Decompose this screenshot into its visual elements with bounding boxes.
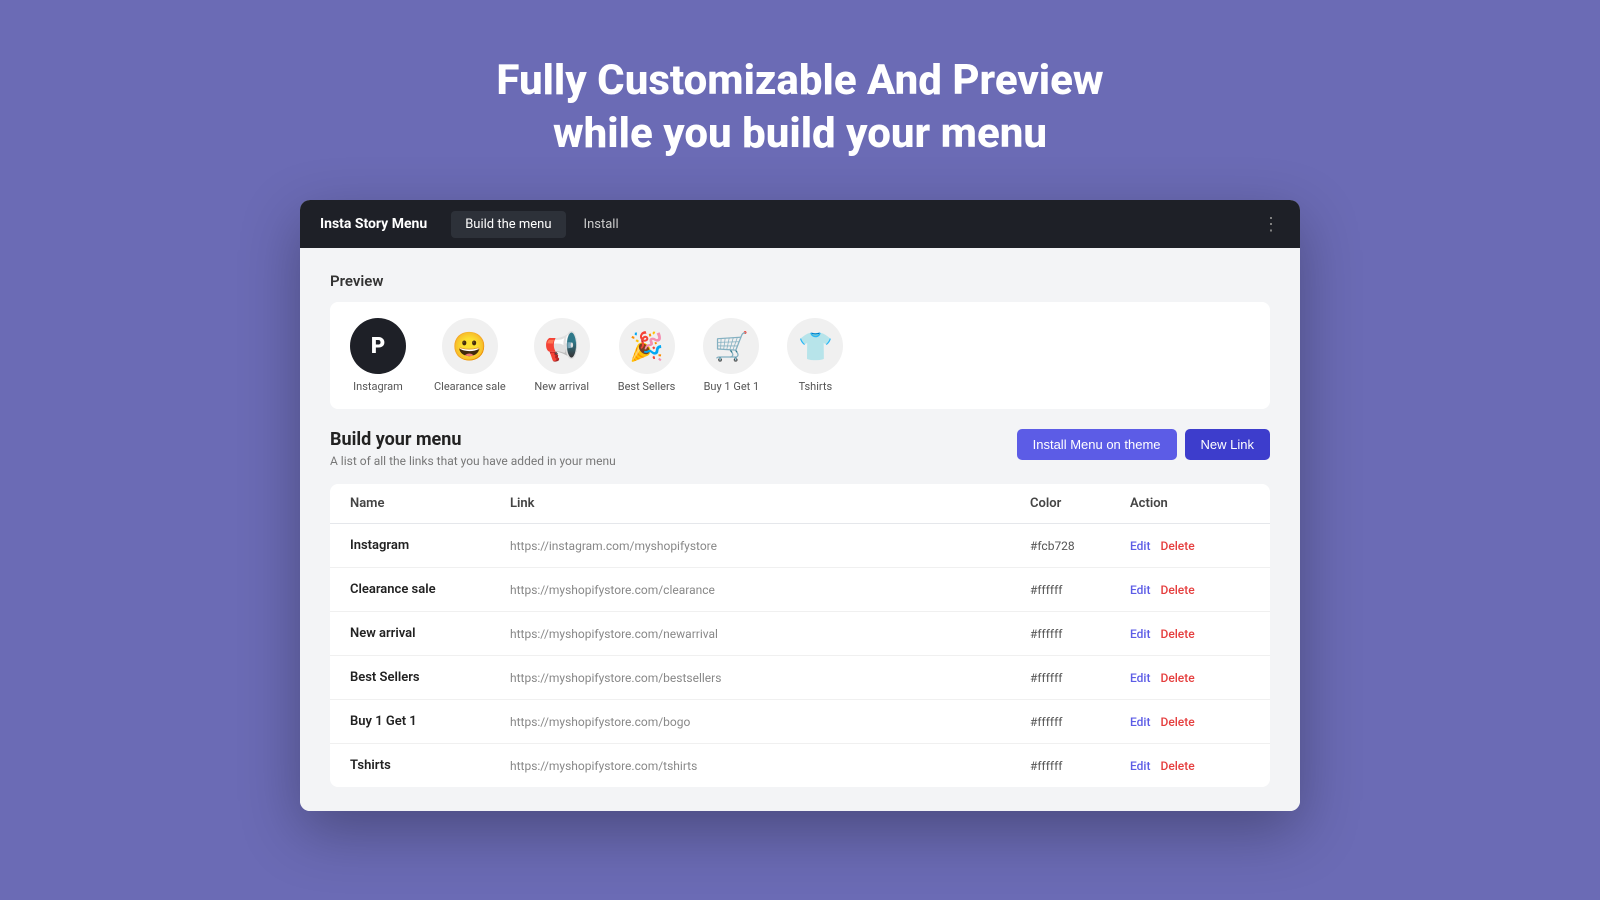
row-name-0: Instagram xyxy=(350,538,510,553)
delete-button-5[interactable]: Delete xyxy=(1160,759,1194,773)
preview-carousel: P Instagram 😀 Clearance sale 📢 New arriv… xyxy=(330,302,1270,409)
preview-item-newarrival: 📢 New arrival xyxy=(534,318,590,393)
preview-item-tshirts: 👕 Tshirts xyxy=(787,318,843,393)
row-actions-3: Edit Delete xyxy=(1130,671,1250,685)
tab-build-menu[interactable]: Build the menu xyxy=(451,211,565,238)
edit-button-0[interactable]: Edit xyxy=(1130,539,1150,553)
row-actions-5: Edit Delete xyxy=(1130,759,1250,773)
content-area: Preview P Instagram 😀 Clearance sale xyxy=(300,248,1300,811)
preview-icon-bogo: 🛒 xyxy=(703,318,759,374)
build-info: Build your menu A list of all the links … xyxy=(330,429,616,468)
hero-title: Fully Customizable And Preview while you… xyxy=(496,0,1103,160)
preview-section: Preview P Instagram 😀 Clearance sale xyxy=(330,272,1270,409)
row-color-3: #ffffff xyxy=(1030,671,1130,685)
table-row: Tshirts https://myshopifystore.com/tshir… xyxy=(330,744,1270,787)
preview-label-bogo: Buy 1 Get 1 xyxy=(704,380,760,393)
more-options-icon[interactable]: ⋮ xyxy=(1262,214,1280,235)
table-row: New arrival https://myshopifystore.com/n… xyxy=(330,612,1270,656)
new-link-button[interactable]: New Link xyxy=(1185,429,1270,460)
row-link-5: https://myshopifystore.com/tshirts xyxy=(510,759,1030,773)
row-color-1: #ffffff xyxy=(1030,583,1130,597)
row-actions-0: Edit Delete xyxy=(1130,539,1250,553)
preview-title: Preview xyxy=(330,272,1270,290)
table-row: Buy 1 Get 1 https://myshopifystore.com/b… xyxy=(330,700,1270,744)
table-header: Name Link Color Action xyxy=(330,484,1270,524)
row-color-4: #ffffff xyxy=(1030,715,1130,729)
row-name-5: Tshirts xyxy=(350,758,510,773)
edit-button-4[interactable]: Edit xyxy=(1130,715,1150,729)
row-link-1: https://myshopifystore.com/clearance xyxy=(510,583,1030,597)
preview-icon-tshirts: 👕 xyxy=(787,318,843,374)
col-header-color: Color xyxy=(1030,496,1130,511)
row-color-0: #fcb728 xyxy=(1030,539,1130,553)
preview-item-bestsellers: 🎉 Best Sellers xyxy=(618,318,676,393)
nav-brand: Insta Story Menu xyxy=(320,216,427,232)
table-row: Instagram https://instagram.com/myshopif… xyxy=(330,524,1270,568)
row-link-3: https://myshopifystore.com/bestsellers xyxy=(510,671,1030,685)
preview-label-instagram: Instagram xyxy=(353,380,403,393)
install-menu-button[interactable]: Install Menu on theme xyxy=(1017,429,1177,460)
preview-icon-clearance: 😀 xyxy=(442,318,498,374)
table-row: Clearance sale https://myshopifystore.co… xyxy=(330,568,1270,612)
delete-button-4[interactable]: Delete xyxy=(1160,715,1194,729)
preview-item-bogo: 🛒 Buy 1 Get 1 xyxy=(703,318,759,393)
menu-table: Name Link Color Action Instagram https:/… xyxy=(330,484,1270,787)
preview-label-newarrival: New arrival xyxy=(534,380,589,393)
row-link-2: https://myshopifystore.com/newarrival xyxy=(510,627,1030,641)
delete-button-2[interactable]: Delete xyxy=(1160,627,1194,641)
preview-item-instagram: P Instagram xyxy=(350,318,406,393)
row-actions-2: Edit Delete xyxy=(1130,627,1250,641)
preview-label-bestsellers: Best Sellers xyxy=(618,380,676,393)
row-color-2: #ffffff xyxy=(1030,627,1130,641)
delete-button-0[interactable]: Delete xyxy=(1160,539,1194,553)
preview-item-clearance: 😀 Clearance sale xyxy=(434,318,506,393)
build-section-header: Build your menu A list of all the links … xyxy=(330,429,1270,468)
row-link-4: https://myshopifystore.com/bogo xyxy=(510,715,1030,729)
row-name-4: Buy 1 Get 1 xyxy=(350,714,510,729)
build-subtitle: A list of all the links that you have ad… xyxy=(330,454,616,468)
app-window: Insta Story Menu Build the menu Install … xyxy=(300,200,1300,811)
row-color-5: #ffffff xyxy=(1030,759,1130,773)
preview-icon-newarrival: 📢 xyxy=(534,318,590,374)
row-link-0: https://instagram.com/myshopifystore xyxy=(510,539,1030,553)
delete-button-3[interactable]: Delete xyxy=(1160,671,1194,685)
table-row: Best Sellers https://myshopifystore.com/… xyxy=(330,656,1270,700)
nav-tabs: Build the menu Install xyxy=(451,211,1262,238)
edit-button-3[interactable]: Edit xyxy=(1130,671,1150,685)
col-header-name: Name xyxy=(350,496,510,511)
edit-button-1[interactable]: Edit xyxy=(1130,583,1150,597)
row-actions-4: Edit Delete xyxy=(1130,715,1250,729)
tab-install[interactable]: Install xyxy=(570,211,633,238)
edit-button-2[interactable]: Edit xyxy=(1130,627,1150,641)
col-header-link: Link xyxy=(510,496,1030,511)
row-actions-1: Edit Delete xyxy=(1130,583,1250,597)
btn-group: Install Menu on theme New Link xyxy=(1017,429,1270,460)
nav-bar: Insta Story Menu Build the menu Install … xyxy=(300,200,1300,248)
row-name-1: Clearance sale xyxy=(350,582,510,597)
preview-label-tshirts: Tshirts xyxy=(799,380,833,393)
col-header-action: Action xyxy=(1130,496,1250,511)
delete-button-1[interactable]: Delete xyxy=(1160,583,1194,597)
preview-icon-instagram: P xyxy=(350,318,406,374)
preview-icon-bestsellers: 🎉 xyxy=(619,318,675,374)
row-name-2: New arrival xyxy=(350,626,510,641)
row-name-3: Best Sellers xyxy=(350,670,510,685)
preview-label-clearance: Clearance sale xyxy=(434,380,506,393)
build-title: Build your menu xyxy=(330,429,616,450)
edit-button-5[interactable]: Edit xyxy=(1130,759,1150,773)
